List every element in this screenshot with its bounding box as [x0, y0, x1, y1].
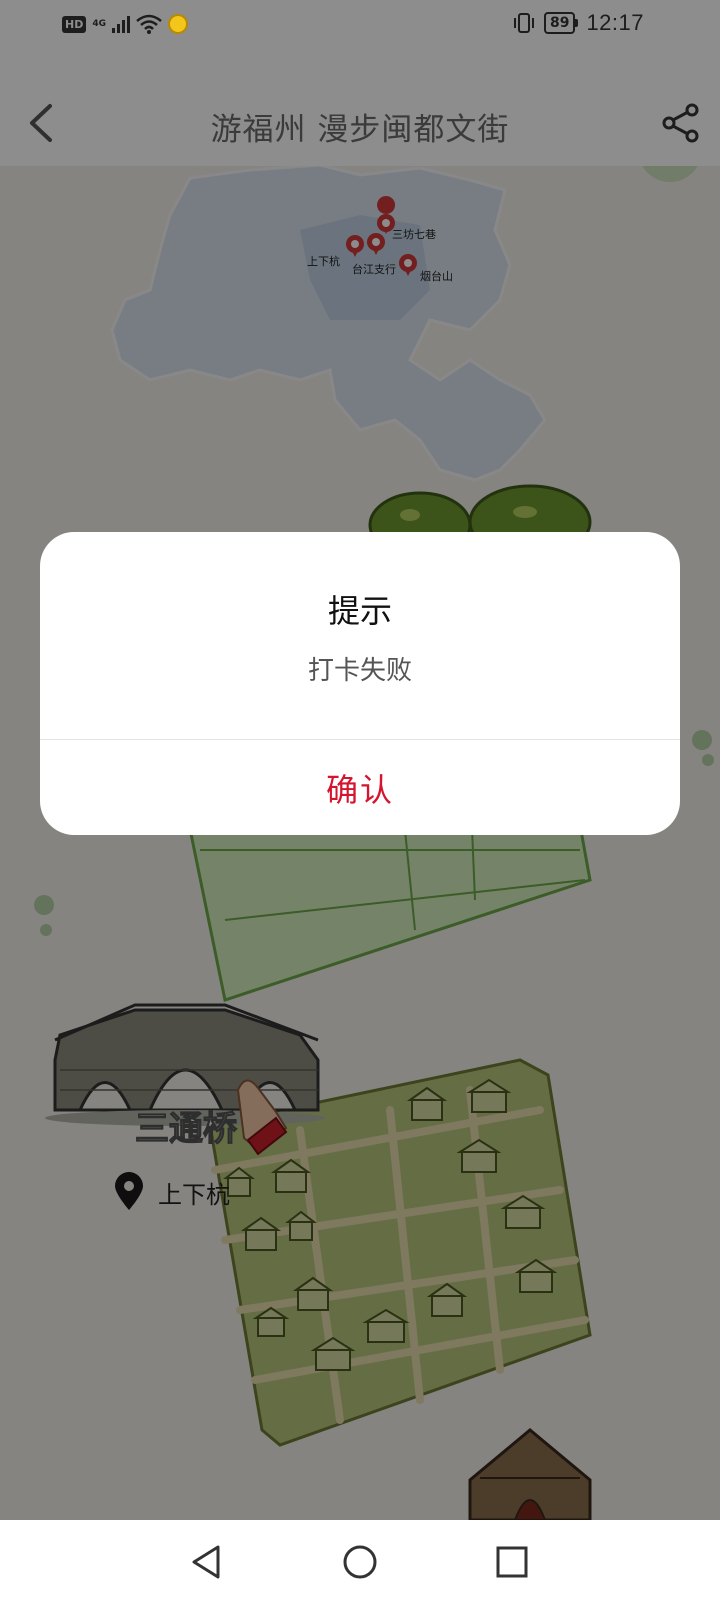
- share-button[interactable]: [660, 102, 702, 144]
- confirm-button[interactable]: 确认: [40, 740, 680, 835]
- status-bar: HD 4G 89 12:17: [0, 0, 720, 48]
- hd-badge: HD: [62, 15, 87, 33]
- recents-square-icon: [496, 1546, 528, 1578]
- nav-recents-button[interactable]: [490, 1540, 534, 1584]
- share-icon: [662, 103, 699, 143]
- battery-level: 89: [543, 12, 576, 34]
- page-title: 游福州 漫步闽都文街: [210, 112, 510, 148]
- back-triangle-icon: [192, 1545, 220, 1579]
- network-label: 4G: [92, 18, 106, 29]
- home-circle-icon: [343, 1545, 377, 1579]
- nav-home-button[interactable]: [338, 1540, 382, 1584]
- status-left: HD 4G: [62, 11, 188, 37]
- dialog-message: 打卡失败: [307, 656, 412, 686]
- status-right: 89 12:17: [512, 10, 644, 36]
- app-header: 游福州 漫步闽都文街: [0, 48, 720, 166]
- alert-dialog: 提示 打卡失败 确认: [40, 532, 680, 835]
- wifi-icon: [136, 14, 162, 34]
- dialog-title: 提示: [327, 592, 392, 630]
- clock: 12:17: [586, 10, 644, 35]
- vibrate-icon: [512, 12, 536, 34]
- nav-back-button[interactable]: [184, 1540, 228, 1584]
- battery-icon: 89: [543, 12, 579, 34]
- system-nav-bar: [0, 1520, 720, 1600]
- signal-icon: [112, 15, 130, 33]
- coin-icon: [168, 14, 188, 34]
